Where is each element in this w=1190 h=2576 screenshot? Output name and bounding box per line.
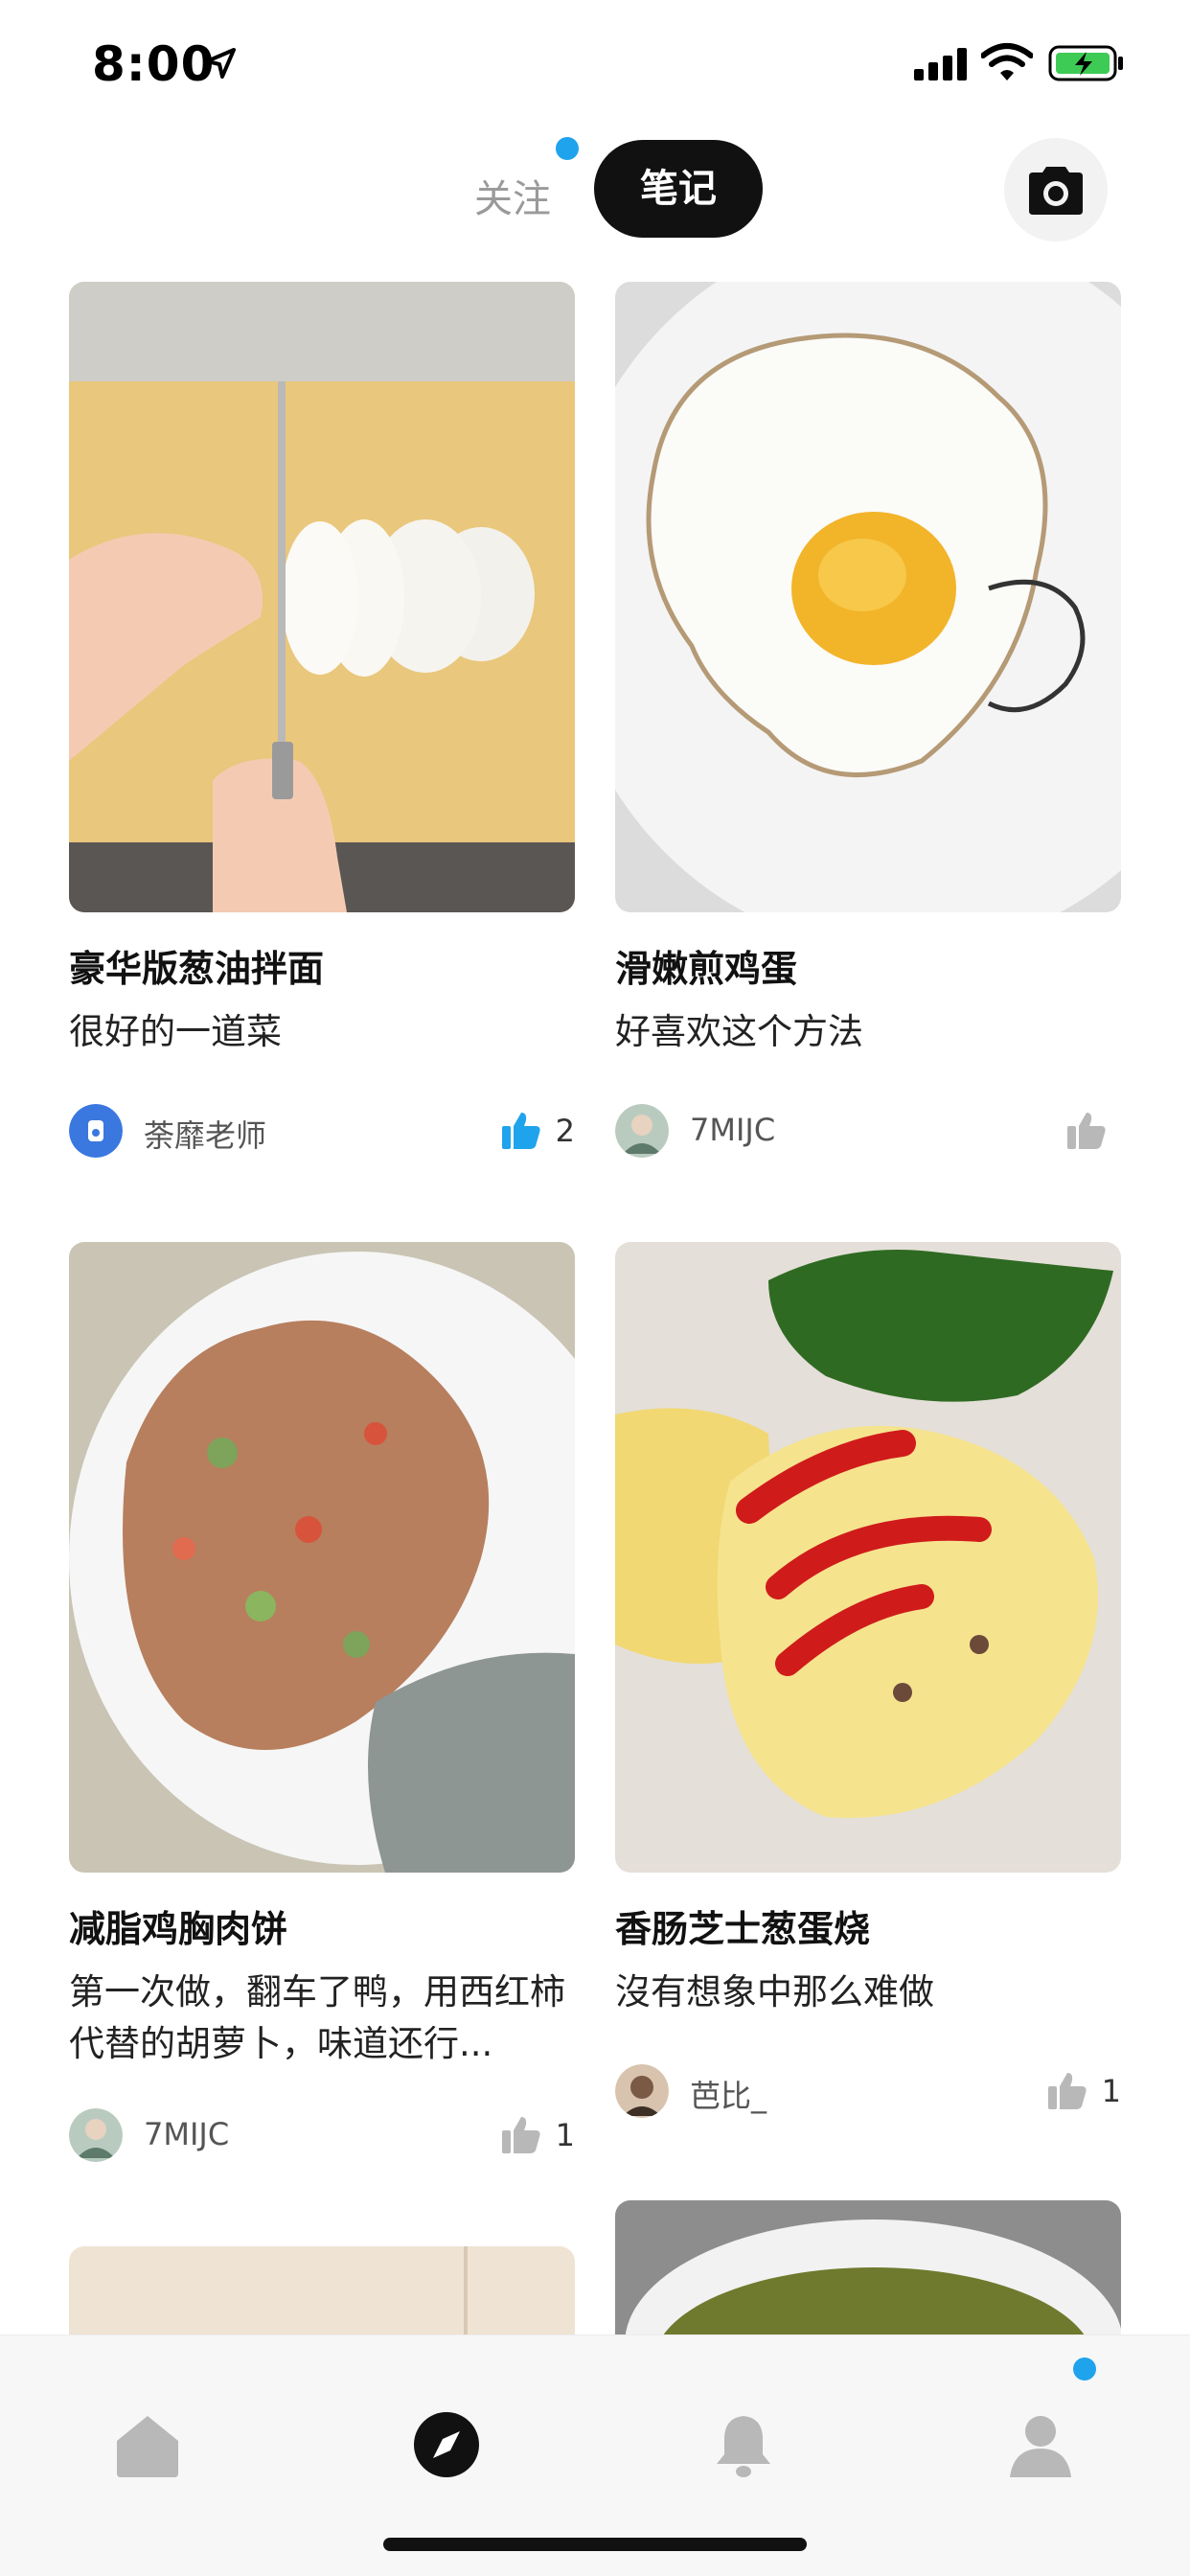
bell-icon[interactable] <box>709 2410 778 2479</box>
author-name[interactable]: 芭比_ <box>690 2072 767 2116</box>
top-tab-header: 关注 笔记 <box>0 134 1190 268</box>
like-button[interactable] <box>1065 1110 1121 1152</box>
omelette-with-ketchup-photo[interactable] <box>615 1242 1121 1873</box>
status-bar: 8:00 <box>0 0 1190 134</box>
like-count: 1 <box>555 2117 575 2153</box>
author-row[interactable]: 7MIJC 1 <box>69 2108 575 2162</box>
author-row[interactable]: 荼靡老师 2 <box>69 1104 575 1158</box>
author-row[interactable]: 7MIJC <box>615 1104 1121 1158</box>
like-button[interactable]: 2 <box>500 1110 575 1152</box>
avatar[interactable] <box>615 2064 669 2118</box>
cellular-signal-icon <box>914 48 967 80</box>
thumbs-up-icon <box>501 2117 540 2153</box>
note-description: 好喜欢这个方法 <box>615 1011 863 1052</box>
status-time: 8:00 <box>92 36 216 92</box>
wifi-icon <box>981 43 1033 80</box>
author-name[interactable]: 7MIJC <box>144 2116 229 2152</box>
author-name[interactable]: 7MIJC <box>690 1112 775 1148</box>
compass-icon[interactable] <box>412 2410 481 2479</box>
thumbs-up-icon <box>1047 2073 1087 2109</box>
note-description: 第一次做，翻车了鸭，用西红柿代替的胡萝卜，味道还行... <box>69 1971 565 2064</box>
thumbs-up-icon <box>1067 1113 1106 1149</box>
tab-notes[interactable]: 笔记 <box>594 140 763 238</box>
avatar[interactable] <box>69 1104 123 1158</box>
battery-charging-icon <box>1048 45 1123 81</box>
thumbs-up-icon <box>501 1113 540 1149</box>
author-name[interactable]: 荼靡老师 <box>144 1112 266 1156</box>
camera-button[interactable] <box>1004 138 1108 242</box>
avatar[interactable] <box>69 2108 123 2162</box>
location-arrow-icon <box>205 48 236 79</box>
note-title: 减脂鸡胸肉饼 <box>69 1908 288 1950</box>
fried-egg-on-plate-photo[interactable] <box>615 282 1121 912</box>
like-button[interactable]: 1 <box>500 2114 575 2156</box>
knife-cutting-white-cake-photo[interactable] <box>69 282 575 912</box>
author-row[interactable]: 芭比_ 1 <box>615 2064 1121 2118</box>
profile-icon[interactable] <box>1006 2410 1075 2479</box>
profile-notification-dot <box>1073 2358 1096 2380</box>
home-indicator[interactable] <box>383 2538 807 2551</box>
tab-follow[interactable]: 关注 <box>469 161 556 238</box>
note-title: 香肠芝士葱蛋烧 <box>615 1908 871 1950</box>
chicken-breast-patty-plate-photo[interactable] <box>69 1242 575 1873</box>
avatar[interactable] <box>615 1104 669 1158</box>
camera-icon <box>1029 167 1083 215</box>
like-count: 1 <box>1101 2073 1121 2109</box>
home-icon[interactable] <box>113 2410 182 2479</box>
follow-notification-dot <box>556 137 579 160</box>
note-description: 很好的一道菜 <box>69 1011 282 1052</box>
note-title: 滑嫩煎鸡蛋 <box>615 948 798 990</box>
like-count: 2 <box>555 1113 575 1149</box>
note-title: 豪华版葱油拌面 <box>69 948 325 990</box>
note-description: 沒有想象中那么难做 <box>615 1971 934 2012</box>
like-button[interactable]: 1 <box>1046 2070 1121 2112</box>
